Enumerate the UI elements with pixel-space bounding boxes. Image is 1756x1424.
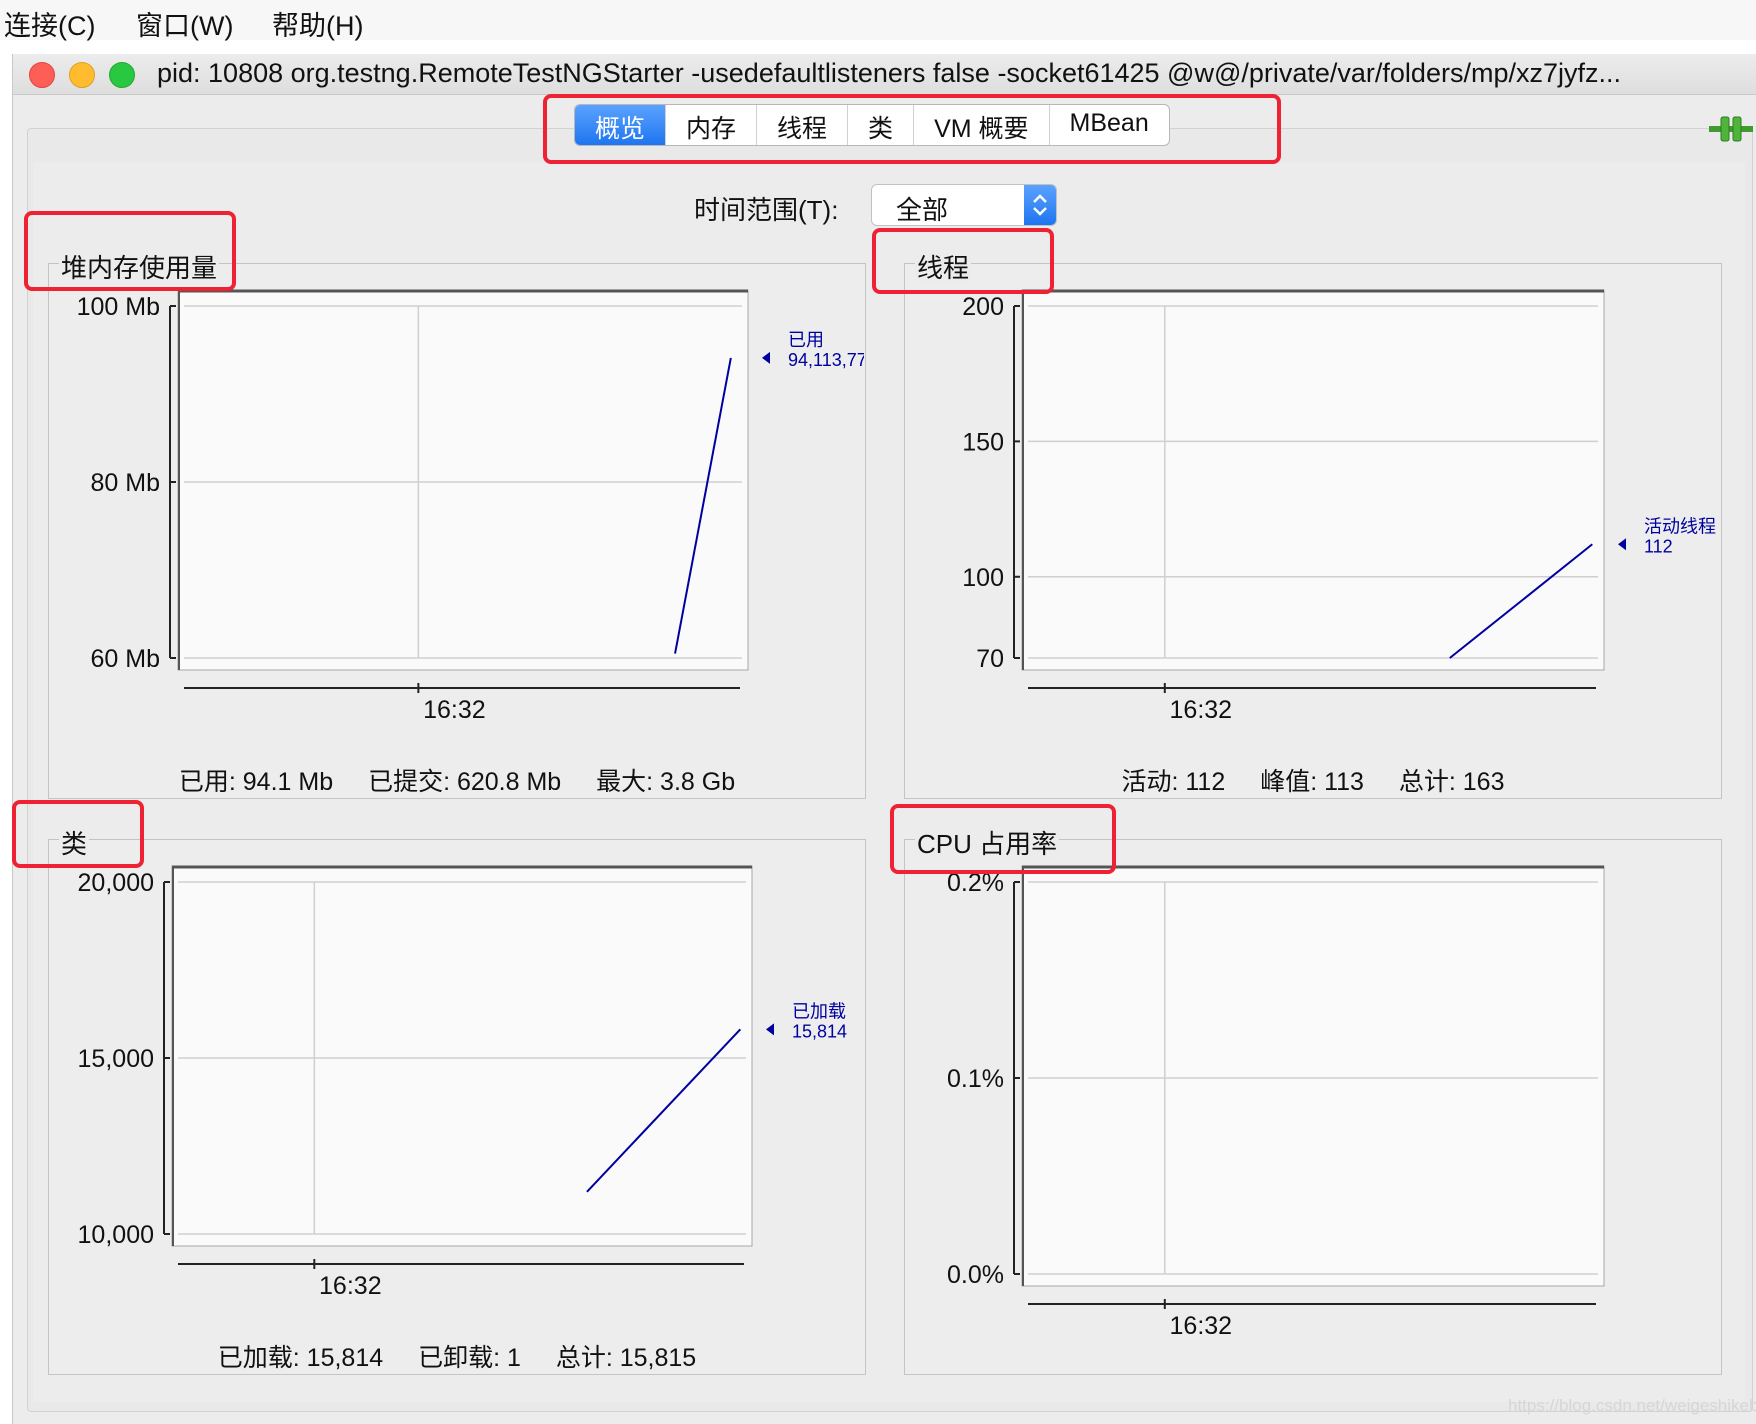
time-range-label: 时间范围(T): <box>694 195 839 225</box>
series-marker-arrow <box>762 351 770 364</box>
plot-area <box>1021 865 1605 1287</box>
heap-committed-stat: 已提交: 620.8 Mb <box>368 768 562 796</box>
x-tick-label: 16:32 <box>1170 1312 1233 1340</box>
cpu-highlight-box <box>890 804 1116 874</box>
close-button[interactable] <box>29 62 55 88</box>
series-marker-arrow <box>1618 538 1626 551</box>
minimize-button[interactable] <box>69 62 95 88</box>
x-tick-label: 16:32 <box>319 1272 382 1300</box>
classes-loaded-stat: 已加载: 15,814 <box>217 1344 384 1372</box>
heap-used-stat: 已用: 94.1 Mb <box>178 768 334 796</box>
series-marker-arrow <box>766 1023 774 1036</box>
threads-chart: 200 150 100 70 16:32 活动线程112 <box>962 289 1716 724</box>
y-tick-label: 70 <box>976 645 1004 673</box>
menu-connect[interactable]: 连接(C) <box>4 4 95 43</box>
plot-area <box>171 865 753 1247</box>
window-title: pid: 10808 org.testng.RemoteTestNGStarte… <box>157 58 1621 88</box>
menu-bar: 连接(C) 窗口(W) 帮助(H) <box>0 0 1756 43</box>
menu-help[interactable]: 帮助(H) <box>272 4 363 43</box>
y-tick-label: 100 <box>962 564 1004 592</box>
heap-memory-chart: 100 Mb 80 Mb 60 Mb 16:32 已用94,113,776 <box>77 289 864 724</box>
connection-status-icon[interactable] <box>1707 114 1755 144</box>
classes-chart: 20,000 15,000 10,000 16:32 已加载15,814 <box>78 865 847 1300</box>
series-value-label: 15,814 <box>792 1021 847 1041</box>
time-range-select[interactable]: 全部 <box>871 184 1057 226</box>
y-tick-label: 200 <box>962 293 1004 321</box>
y-tick-label: 15,000 <box>78 1045 154 1073</box>
zoom-button[interactable] <box>109 62 135 88</box>
threads-active-stat: 活动: 112 <box>1121 768 1226 796</box>
y-tick-label: 150 <box>962 428 1004 456</box>
plot-area <box>1021 289 1605 671</box>
title-bar: pid: 10808 org.testng.RemoteTestNGStarte… <box>13 54 1756 95</box>
series-name-label: 已用 <box>788 330 824 350</box>
chevron-updown-icon <box>1024 185 1056 225</box>
y-tick-label: 80 Mb <box>91 469 160 497</box>
time-range-value: 全部 <box>896 195 949 225</box>
menu-window[interactable]: 窗口(W) <box>136 4 233 43</box>
plot-area <box>177 289 749 671</box>
y-tick-label: 0.0% <box>947 1261 1004 1289</box>
x-tick-label: 16:32 <box>1170 696 1233 724</box>
series-name-label: 活动线程 <box>1644 516 1716 536</box>
tabs-highlight-box <box>543 94 1281 164</box>
threads-total-stat: 总计: 163 <box>1398 768 1505 796</box>
threads-highlight-box <box>872 228 1054 294</box>
classes-unloaded-stat: 已卸载: 1 <box>418 1344 521 1372</box>
heap-highlight-box <box>24 211 236 291</box>
y-tick-label: 0.1% <box>947 1065 1004 1093</box>
classes-total-stat: 总计: 15,815 <box>555 1344 697 1372</box>
series-value-label: 112 <box>1644 536 1673 556</box>
classes-highlight-box <box>12 800 144 868</box>
cpu-usage-chart: 0.2%0.1%0.0%16:32 <box>947 865 1605 1340</box>
y-tick-label: 20,000 <box>78 869 154 897</box>
series-value-label: 94,113,776 <box>788 350 864 370</box>
series-name-label: 已加载 <box>792 1001 846 1021</box>
watermark: https://blog.csdn.net/weigeshikebi <box>1508 1396 1756 1415</box>
y-tick-label: 10,000 <box>78 1221 154 1249</box>
y-tick-label: 60 Mb <box>91 645 160 673</box>
x-tick-label: 16:32 <box>423 696 486 724</box>
threads-peak-stat: 峰值: 113 <box>1260 768 1364 796</box>
heap-max-stat: 最大: 3.8 Gb <box>596 768 736 796</box>
y-tick-label: 100 Mb <box>77 293 160 321</box>
